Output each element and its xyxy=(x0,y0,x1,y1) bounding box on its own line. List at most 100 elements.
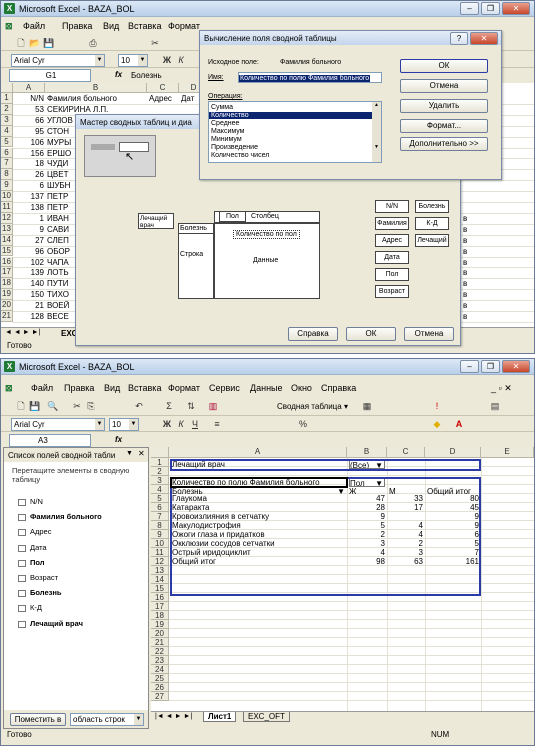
restore-button[interactable]: ❐ xyxy=(481,360,500,373)
select-all-corner[interactable] xyxy=(1,83,13,93)
calc-cancel-button[interactable]: Отмена xyxy=(400,79,488,93)
pivot-cell-zh[interactable]: 9 xyxy=(349,512,385,521)
wizard-ok-button[interactable]: ОК xyxy=(346,327,396,341)
cell-right-column[interactable]: в xyxy=(463,268,473,277)
pivot-cell-total[interactable]: 7 xyxy=(427,548,479,557)
italic-icon[interactable]: К xyxy=(175,54,187,66)
pivot-cell-label[interactable]: Глаукома xyxy=(172,494,342,503)
row-header[interactable]: 13 xyxy=(151,566,169,575)
row-field-bolezn[interactable]: Болезнь xyxy=(179,224,213,234)
cell-a[interactable]: 18 xyxy=(13,159,44,168)
save-icon[interactable]: 💾 xyxy=(29,400,41,412)
sum-icon[interactable]: Σ xyxy=(163,400,175,412)
row-header[interactable]: 11 xyxy=(151,548,169,557)
cell-right-column[interactable]: в xyxy=(463,279,473,288)
cell-a[interactable]: 102 xyxy=(13,258,44,267)
page-field-label[interactable]: Лечащий врач xyxy=(172,460,225,469)
row-header[interactable]: 13 xyxy=(1,223,13,235)
cell-a[interactable]: 156 xyxy=(13,149,44,158)
operation-list[interactable]: Сумма Количество Среднее Максимум Миниму… xyxy=(208,101,382,163)
cell-a[interactable]: 53 xyxy=(13,105,44,114)
copy-icon[interactable]: ⎘ xyxy=(85,400,97,412)
sort-icon[interactable]: ⇅ xyxy=(185,400,197,412)
column-header-e[interactable]: E xyxy=(481,447,534,458)
menu-file[interactable]: Файл xyxy=(31,383,53,393)
calc-more-button[interactable]: Дополнительно >> xyxy=(400,137,488,151)
print-icon[interactable]: ⎙ xyxy=(87,37,99,49)
field-checkbox-icon[interactable] xyxy=(18,575,26,582)
row-header[interactable]: 12 xyxy=(1,212,13,224)
pivot-cell-label[interactable]: Катаракта xyxy=(172,503,342,512)
name-input[interactable]: Количество по полю Фамилия больного xyxy=(238,72,382,83)
pivot-cell-m[interactable]: 2 xyxy=(389,539,423,548)
row-header[interactable]: 1 xyxy=(151,458,169,467)
column-header-a[interactable]: A xyxy=(169,447,347,458)
cell-a[interactable]: 140 xyxy=(13,279,44,288)
menu-insert[interactable]: Вставка xyxy=(128,383,161,393)
new-icon[interactable]: 🗋 xyxy=(15,37,27,49)
row-header[interactable]: 10 xyxy=(151,539,169,548)
row-header[interactable]: 8 xyxy=(1,169,13,181)
cell-right-column[interactable]: в xyxy=(463,247,473,256)
chart-icon[interactable]: ▥ xyxy=(207,400,219,412)
wizard-cancel-button[interactable]: Отмена xyxy=(404,327,454,341)
row-area[interactable]: Болезнь Строка xyxy=(178,223,214,299)
pivot-cell-label[interactable]: Окклюзии сосудов сетчатки xyxy=(172,539,342,548)
menu-format[interactable]: Формат xyxy=(168,21,200,31)
grand-total-zh[interactable]: 98 xyxy=(349,557,385,566)
cell-a[interactable]: 6 xyxy=(13,181,44,190)
pivot-cell-label[interactable]: Острый иридоциклит xyxy=(172,548,342,557)
font-name-select[interactable]: Arial Cyr ▼ xyxy=(11,54,105,67)
calc-delete-button[interactable]: Удалить xyxy=(400,99,488,113)
menu-format[interactable]: Формат xyxy=(168,383,200,393)
operation-product[interactable]: Произведение xyxy=(211,144,258,151)
column-header-c[interactable]: C xyxy=(387,447,425,458)
cell-a[interactable]: 138 xyxy=(13,203,44,212)
font-size-select[interactable]: 10 ▼ xyxy=(118,54,148,67)
pivot-cell-total[interactable]: 6 xyxy=(427,530,479,539)
pivot-cell-label[interactable]: Кровоизлияния в сетчатку xyxy=(172,512,342,521)
cell-right-column[interactable]: в xyxy=(463,236,473,245)
data-area[interactable]: Количество по пол Данные xyxy=(214,223,320,299)
calc-format-button[interactable]: Формат... xyxy=(400,119,488,133)
row-header[interactable]: 21 xyxy=(151,638,169,647)
pivot-cell-m[interactable]: 3 xyxy=(389,548,423,557)
row-header[interactable]: 18 xyxy=(151,611,169,620)
wizard-help-button[interactable]: Справка xyxy=(288,327,338,341)
pivot-cell-label[interactable]: Ожоги глаза и придатков xyxy=(172,530,342,539)
menu-edit[interactable]: Правка xyxy=(62,21,92,31)
operation-count[interactable]: Количество xyxy=(209,112,373,119)
row-header[interactable]: 14 xyxy=(151,575,169,584)
field-checkbox-icon[interactable] xyxy=(18,620,26,628)
operation-average[interactable]: Среднее xyxy=(211,120,239,127)
row-header[interactable]: 4 xyxy=(151,485,169,494)
grand-total-total[interactable]: 161 xyxy=(427,557,479,566)
percent-icon[interactable]: % xyxy=(297,418,309,430)
row-header[interactable]: 25 xyxy=(151,674,169,683)
column-header-b[interactable]: B xyxy=(347,447,387,458)
menu-view[interactable]: Вид xyxy=(103,21,119,31)
row-header[interactable]: 3 xyxy=(1,114,13,126)
row-header[interactable]: 18 xyxy=(1,278,13,290)
function-icon[interactable]: fx xyxy=(115,70,122,79)
name-box[interactable]: G1 xyxy=(9,69,91,82)
cell-a[interactable]: 137 xyxy=(13,192,44,201)
column-header-b[interactable]: B xyxy=(45,83,147,93)
function-icon[interactable]: fx xyxy=(115,435,122,444)
row-header[interactable]: 24 xyxy=(151,665,169,674)
column-header-a[interactable]: A xyxy=(13,83,45,93)
menu-window[interactable]: Окно xyxy=(291,383,312,393)
font-size-select[interactable]: 10 ▼ xyxy=(109,418,139,431)
pivot-cell-total[interactable]: 80 xyxy=(427,494,479,503)
pivot-cell-m[interactable]: 17 xyxy=(389,503,423,512)
column-header-d[interactable]: D xyxy=(425,447,481,458)
close-button[interactable]: ✕ xyxy=(502,2,530,15)
row-header[interactable]: 8 xyxy=(151,521,169,530)
place-in-button[interactable]: Поместить в xyxy=(10,713,66,726)
field-checkbox-icon[interactable] xyxy=(18,529,26,537)
close-button[interactable]: ✕ xyxy=(502,360,530,373)
preview-icon[interactable]: 🔍 xyxy=(47,400,59,412)
row-header[interactable]: 7 xyxy=(1,158,13,170)
cell-a[interactable]: 9 xyxy=(13,225,44,234)
menu-data[interactable]: Данные xyxy=(250,383,283,393)
